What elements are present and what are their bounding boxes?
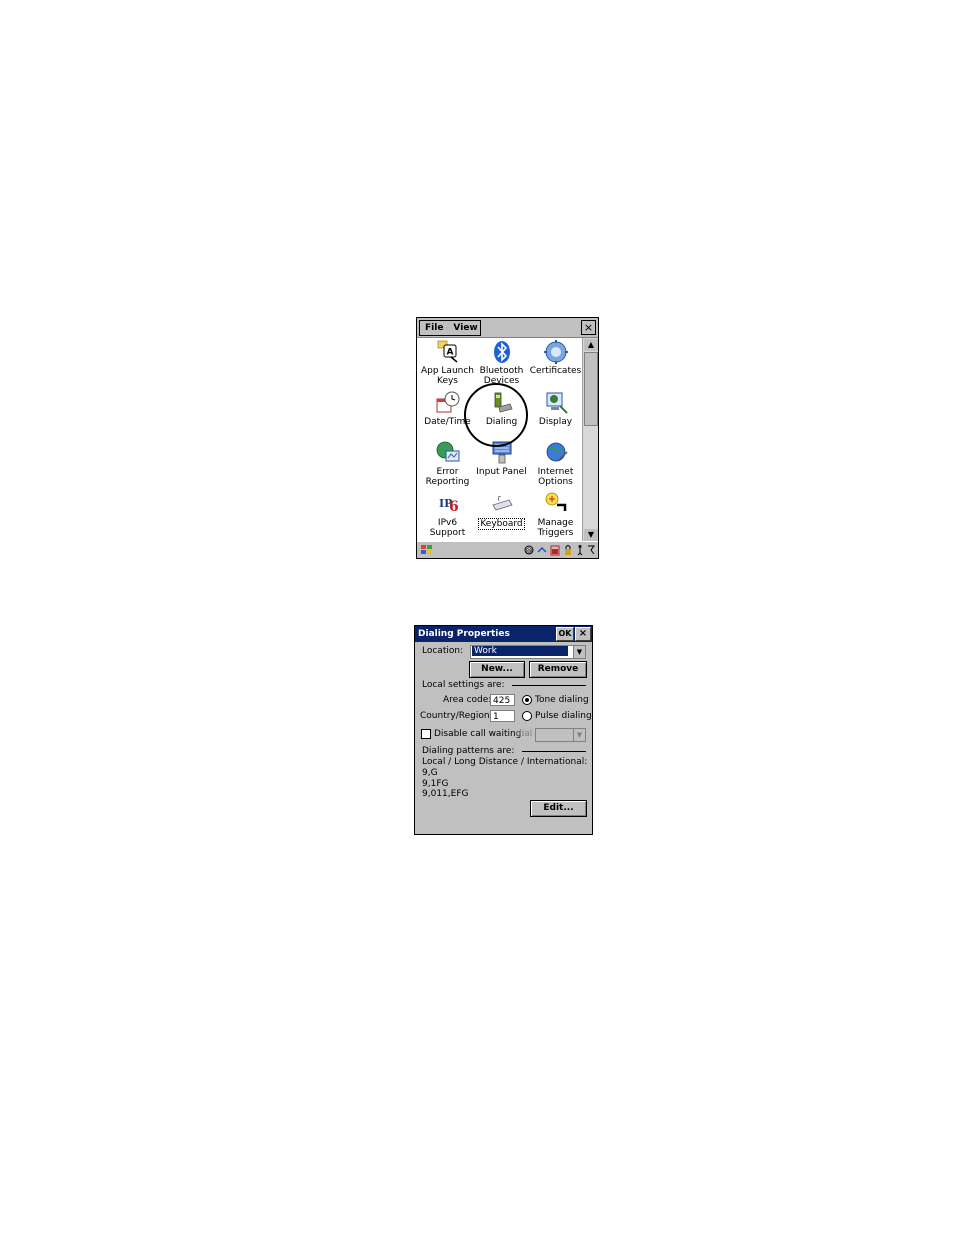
- svg-text:6: 6: [449, 499, 459, 515]
- menu-bar: File View ×: [417, 318, 598, 338]
- country-region-label: Country/Region:: [420, 711, 493, 721]
- cp-item-keyboard[interactable]: Keyboard: [474, 491, 529, 530]
- error-reporting-icon: [435, 440, 461, 466]
- tone-dialing-radio[interactable]: [522, 695, 532, 705]
- dialing-properties-dialog: Dialing Properties OK × Location: Work ▼…: [414, 625, 593, 835]
- chevron-down-icon[interactable]: ▼: [573, 646, 585, 658]
- connection-icon[interactable]: [537, 544, 547, 556]
- app-launch-keys-icon: A: [435, 339, 461, 365]
- bluetooth-icon: [489, 339, 515, 365]
- dialing-patterns-label: Dialing patterns are:: [422, 746, 515, 756]
- svg-text:@: @: [526, 547, 533, 555]
- disable-call-waiting-checkbox[interactable]: [421, 729, 431, 739]
- cp-item-manage-triggers[interactable]: Manage Triggers: [528, 491, 583, 538]
- edit-button[interactable]: Edit...: [530, 800, 587, 817]
- keyboard-tray-icon[interactable]: [587, 544, 595, 556]
- patterns-header: Local / Long Distance / International:: [422, 757, 588, 767]
- cp-item-bluetooth[interactable]: Bluetooth Devices: [474, 339, 529, 386]
- dial-label: dial: [516, 729, 533, 739]
- menu-file[interactable]: File: [420, 322, 448, 334]
- location-combo[interactable]: Work ▼: [470, 645, 586, 659]
- cp-label: Certificates: [529, 366, 582, 376]
- location-value: Work: [472, 646, 568, 656]
- chevron-down-icon[interactable]: ▼: [573, 729, 585, 741]
- cp-label: IPv6 Support: [429, 518, 466, 538]
- lock-icon[interactable]: [563, 544, 573, 556]
- cp-item-certificates[interactable]: Certificates: [528, 339, 583, 376]
- keyboard-icon: [489, 491, 515, 517]
- cp-label: Input Panel: [476, 467, 527, 477]
- cp-item-error-reporting[interactable]: Error Reporting: [420, 440, 475, 487]
- scroll-thumb[interactable]: [584, 352, 598, 426]
- call-waiting-combo[interactable]: ▼: [535, 728, 586, 742]
- ok-button[interactable]: OK: [556, 627, 574, 641]
- scroll-up-button[interactable]: ▲: [584, 339, 598, 351]
- network-icon[interactable]: @: [524, 544, 534, 556]
- dialog-title: Dialing Properties: [418, 629, 510, 639]
- close-icon: ×: [583, 321, 594, 334]
- cp-label: Display: [538, 417, 573, 427]
- area-code-input[interactable]: 425: [490, 694, 515, 706]
- cp-item-ipv6[interactable]: IP 6 IPv6 Support: [420, 491, 475, 538]
- svg-text:A: A: [446, 348, 453, 358]
- divider: [512, 685, 586, 686]
- pulse-dialing-label: Pulse dialing: [535, 711, 592, 721]
- area-code-label: Area code:: [443, 695, 492, 705]
- start-button[interactable]: [420, 544, 434, 556]
- cp-label: Error Reporting: [425, 467, 470, 487]
- menu-view[interactable]: View: [448, 322, 482, 334]
- country-region-input[interactable]: 1: [490, 710, 515, 722]
- display-icon: [543, 390, 569, 416]
- cp-label: Manage Triggers: [537, 518, 574, 538]
- windows-logo-icon: [421, 545, 432, 554]
- cp-item-app-launch-keys[interactable]: A App Launch Keys: [420, 339, 475, 386]
- certificates-icon: [543, 339, 569, 365]
- close-button[interactable]: ×: [575, 627, 591, 641]
- pulse-dialing-radio[interactable]: [522, 711, 532, 721]
- battery-icon[interactable]: [550, 544, 560, 556]
- tone-dialing-label: Tone dialing: [535, 695, 589, 705]
- cp-item-internet-options[interactable]: Internet Options: [528, 440, 583, 487]
- internet-options-icon: [543, 440, 569, 466]
- person-icon[interactable]: [576, 544, 584, 556]
- taskbar: @: [417, 541, 598, 558]
- cp-item-display[interactable]: Display: [528, 390, 583, 427]
- remove-button[interactable]: Remove: [529, 661, 587, 678]
- manage-triggers-icon: [543, 491, 569, 517]
- system-tray: @: [524, 544, 595, 556]
- cp-label: Keyboard: [478, 518, 525, 530]
- new-button[interactable]: New...: [469, 661, 525, 678]
- divider: [522, 751, 586, 752]
- pattern-international: 9,011,EFG: [422, 789, 469, 799]
- close-button[interactable]: ×: [581, 320, 596, 335]
- scroll-down-button[interactable]: ▼: [584, 529, 598, 541]
- menu-group: File View: [419, 320, 481, 336]
- cp-label: Internet Options: [537, 467, 574, 487]
- ipv6-icon: IP 6: [435, 491, 461, 517]
- cp-label: App Launch Keys: [420, 366, 475, 386]
- disable-call-waiting-label: Disable call waiting:: [434, 729, 525, 739]
- local-settings-label: Local settings are:: [422, 680, 505, 690]
- title-bar: Dialing Properties OK ×: [415, 626, 592, 642]
- date-time-icon: [435, 390, 461, 416]
- location-label: Location:: [422, 646, 464, 656]
- dialing-highlight-circle: [464, 383, 528, 447]
- pattern-local: 9,G: [422, 768, 438, 778]
- close-icon: ×: [578, 628, 588, 639]
- vertical-scrollbar[interactable]: ▲ ▼: [582, 338, 598, 542]
